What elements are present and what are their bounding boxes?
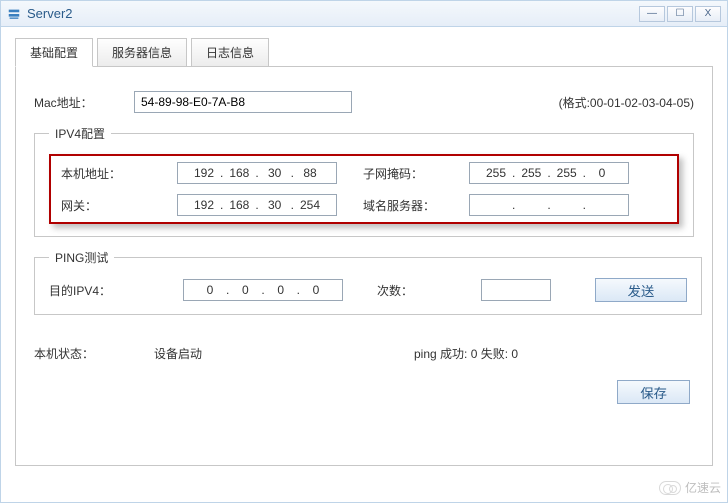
gateway-label: 网关： [61, 197, 151, 214]
minimize-button[interactable]: — [639, 6, 665, 22]
watermark: 亿速云 [659, 479, 721, 496]
app-window: Server2 — ☐ X 基础配置 服务器信息 日志信息 Mac地址： (格式… [0, 0, 728, 503]
host-ip-input[interactable]: 192. 168. 30. 88 [177, 162, 337, 184]
watermark-text: 亿速云 [685, 479, 721, 496]
watermark-icon [659, 481, 681, 495]
gateway-input[interactable]: 192. 168. 30. 254 [177, 194, 337, 216]
ping-result: ping 成功: 0 失败: 0 [414, 345, 694, 362]
tab-panel-basic: Mac地址： (格式:00-01-02-03-04-05) IPV4配置 本机地… [15, 66, 713, 466]
device-state: 设备启动 [154, 345, 414, 362]
ping-count-input[interactable] [481, 279, 551, 301]
window-body: 基础配置 服务器信息 日志信息 Mac地址： (格式:00-01-02-03-0… [1, 27, 727, 476]
ping-legend: PING测试 [49, 249, 114, 266]
window-title: Server2 [27, 6, 639, 21]
subnet-mask-input[interactable]: 255. 255. 255. 0 [469, 162, 629, 184]
ipv4-legend: IPV4配置 [49, 125, 111, 142]
app-icon [7, 7, 21, 21]
maximize-button[interactable]: ☐ [667, 6, 693, 22]
host-state-label: 本机状态： [34, 345, 154, 362]
status-line: 本机状态： 设备启动 ping 成功: 0 失败: 0 [34, 345, 694, 362]
tab-server-info[interactable]: 服务器信息 [97, 38, 187, 67]
tab-log[interactable]: 日志信息 [191, 38, 269, 67]
mac-hint: (格式:00-01-02-03-04-05) [559, 94, 694, 111]
send-button[interactable]: 发送 [595, 278, 687, 302]
ipv4-highlight: 本机地址： 192. 168. 30. 88 子网掩码： 255. 255. 2… [49, 154, 679, 224]
titlebar: Server2 — ☐ X [1, 1, 727, 27]
subnet-mask-label: 子网掩码： [363, 165, 443, 182]
ping-count-label: 次数： [377, 282, 447, 299]
host-ip-label: 本机地址： [61, 165, 151, 182]
dns-label: 域名服务器： [363, 197, 443, 214]
mac-input[interactable] [134, 91, 352, 113]
save-button[interactable]: 保存 [617, 380, 690, 404]
tab-basic[interactable]: 基础配置 [15, 38, 93, 67]
save-bar: 保存 [34, 380, 694, 404]
window-buttons: — ☐ X [639, 6, 721, 22]
mac-label: Mac地址： [34, 94, 134, 111]
mac-row: Mac地址： (格式:00-01-02-03-04-05) [34, 91, 694, 113]
ping-ip-input[interactable]: 0. 0. 0. 0 [183, 279, 343, 301]
ipv4-fieldset: IPV4配置 本机地址： 192. 168. 30. 88 子网掩码： 255. [34, 125, 694, 237]
ping-fieldset: PING测试 目的IPV4： 0. 0. 0. 0 次数： 发送 [34, 249, 702, 315]
close-button[interactable]: X [695, 6, 721, 22]
ping-ip-label: 目的IPV4： [49, 282, 149, 299]
dns-input[interactable]: . . . [469, 194, 629, 216]
tab-strip: 基础配置 服务器信息 日志信息 [15, 37, 713, 66]
